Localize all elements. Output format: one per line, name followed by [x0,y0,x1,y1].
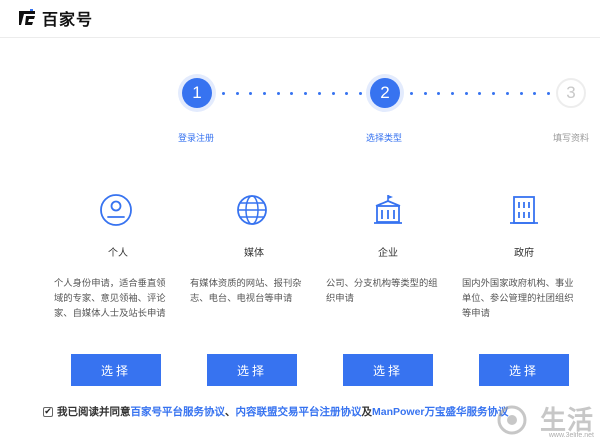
type-card-title: 企业 [378,248,398,259]
agreement-prefix: 我已阅读并同意 [57,406,131,418]
step-1-number: 1 [192,83,202,102]
step-1-circle: 1 [182,78,212,108]
type-card-title: 媒体 [244,248,264,259]
agreement-separator: 、 [225,406,236,418]
agreement-checkbox[interactable]: ✔ [43,406,53,417]
type-card-desc: 国内外国家政府机构、事业单位、参公管理的社团组织等申请 [462,278,574,318]
step-1-2-connector [222,91,362,95]
select-media-button[interactable]: 选择 [207,354,297,386]
step-1-label: 登录注册 [178,133,215,143]
type-card-desc: 个人身份申请，适合垂直领域的专家、意见领袖、评论家、自媒体人士及站长申请 [54,278,166,318]
type-card-title: 政府 [514,248,534,259]
logo-text: 百家号 [42,10,94,29]
type-card-title: 个人 [108,248,128,259]
step-2-number: 2 [380,83,390,102]
user-circle-icon [100,194,132,226]
baijiahao-logo-icon [19,9,35,25]
step-3-label: 填写资料 [553,133,590,143]
step-2-label: 选择类型 [366,133,403,143]
step-3-number: 3 [566,83,576,102]
step-3-circle: 3 [556,78,586,108]
top-header: 百家号 [0,0,600,38]
agreement-separator: 及 [361,406,373,418]
platform-service-agreement-link[interactable]: 百家号平台服务协议 [131,404,226,419]
enterprise-building-icon [374,195,402,224]
baijiahao-logo[interactable]: 百家号 [16,6,93,30]
agreement-row: ✔ 我已阅读并同意 百家号平台服务协议 、 内容联盟交易平台注册协议 及 Man… [43,404,509,419]
select-personal-button[interactable]: 选择 [71,354,161,386]
watermark-url: www.3elife.net [548,432,594,439]
select-government-button[interactable]: 选择 [479,354,569,386]
government-building-icon [510,196,538,224]
globe-icon [237,195,267,225]
step-2-3-connector [410,91,550,95]
type-card-desc: 有媒体资质的网站、报刊杂志、电台、电视台等申请 [190,278,302,303]
type-card-desc: 公司、分支机构等类型的组织申请 [326,278,438,303]
content-alliance-agreement-link[interactable]: 内容联盟交易平台注册协议 [236,404,362,419]
select-enterprise-button[interactable]: 选择 [343,354,433,386]
step-2-circle: 2 [370,78,400,108]
